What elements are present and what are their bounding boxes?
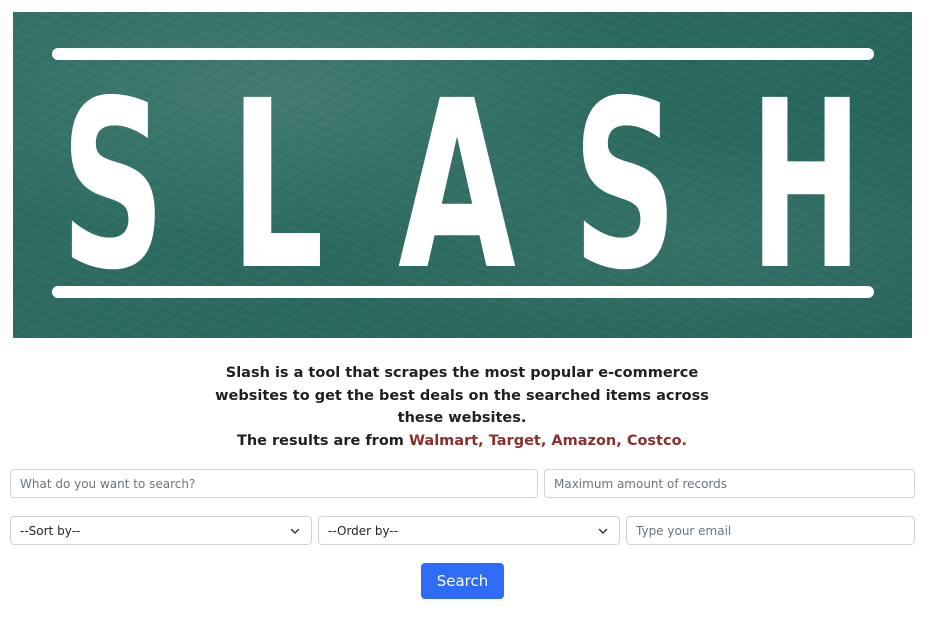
results-sources: The results are from Walmart, Target, Am… <box>214 430 710 453</box>
site-walmart: Walmart <box>408 432 479 449</box>
chevron-down-icon <box>598 528 608 534</box>
search-input[interactable] <box>10 469 538 498</box>
separator: , <box>478 432 489 449</box>
description-line-1: Slash is a tool that scrapes the most po… <box>225 365 699 381</box>
results-suffix: . <box>681 432 688 449</box>
chevron-down-icon <box>290 528 300 534</box>
description-line-3: these websites. <box>397 410 527 426</box>
logo-letter-5: H <box>750 51 862 321</box>
sort-by-value: --Sort by-- <box>20 523 81 538</box>
results-prefix: The results are from <box>236 432 409 449</box>
logo-letter-3: A <box>398 51 516 321</box>
slash-banner: S L A S H <box>13 12 912 338</box>
separator: , <box>540 432 552 449</box>
tool-description: Slash is a tool that scrapes the most po… <box>214 362 710 452</box>
separator: , <box>616 432 627 449</box>
logo-letter-2: L <box>230 51 324 321</box>
logo-letter-4: S <box>573 51 678 321</box>
order-by-value: --Order by-- <box>328 523 399 538</box>
site-amazon: Amazon <box>551 432 617 449</box>
sort-by-select[interactable]: --Sort by-- <box>10 516 312 545</box>
max-records-input[interactable] <box>544 469 915 498</box>
order-by-select[interactable]: --Order by-- <box>318 516 620 545</box>
search-button[interactable]: Search <box>421 563 504 599</box>
site-target: Target <box>488 432 541 449</box>
site-costco: Costco <box>626 432 682 449</box>
email-input[interactable] <box>626 516 915 545</box>
banner-bottom-rule <box>52 286 874 298</box>
description-line-2: websites to get the best deals on the se… <box>215 387 709 404</box>
logo-letter-1: S <box>61 51 166 321</box>
